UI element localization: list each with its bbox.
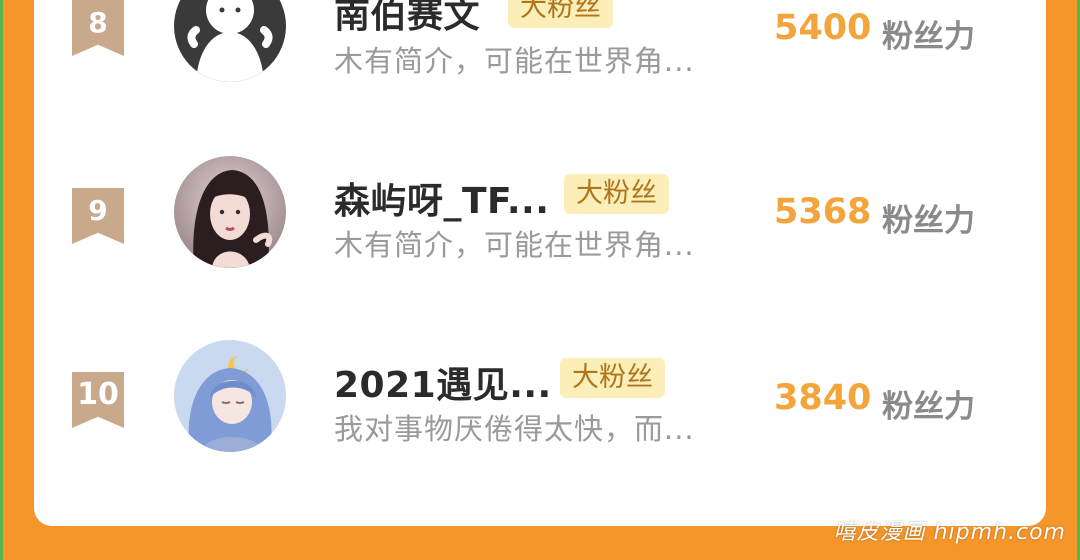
- user-bio: 木有简介，可能在世界角...: [334, 228, 695, 262]
- list-item[interactable]: 8 南伯赛文 大粉丝 木有简介，可能在世界角... 5400 粉丝力: [34, 0, 1046, 90]
- girl-portrait-icon: [174, 156, 286, 268]
- user-bio: 木有简介，可能在世界角...: [334, 44, 695, 78]
- user-bio: 我对事物厌倦得太快，而...: [334, 412, 695, 446]
- fan-score-unit: 粉丝力: [882, 19, 975, 55]
- list-item[interactable]: 10 2021遇见... 大粉丝 我对事物厌倦得太快，而... 3840 粉丝力: [34, 340, 1046, 460]
- fan-level-badge: 大粉丝: [564, 174, 669, 214]
- fan-level-badge: 大粉丝: [560, 358, 665, 398]
- ranking-card: 8 南伯赛文 大粉丝 木有简介，可能在世界角... 5400 粉丝力 9 森屿呀…: [34, 0, 1046, 526]
- avatar[interactable]: [174, 340, 286, 452]
- left-edge: [0, 0, 3, 560]
- rank-ribbon: 10: [72, 372, 124, 428]
- fan-score-unit: 粉丝力: [882, 203, 975, 239]
- anime-portrait-icon: [174, 340, 286, 452]
- user-name[interactable]: 南伯赛文: [334, 0, 480, 38]
- user-name[interactable]: 2021遇见...: [334, 356, 552, 408]
- rank-ribbon: 9: [72, 188, 124, 244]
- fan-score: 3840: [774, 378, 872, 418]
- list-item[interactable]: 9 森屿呀_TF... 大粉丝 木有简介，可能在世界角... 5368 粉丝力: [34, 154, 1046, 274]
- rank-ribbon: 8: [72, 0, 124, 56]
- user-name[interactable]: 森屿呀_TF...: [334, 172, 549, 224]
- default-avatar-icon: [174, 0, 286, 82]
- avatar[interactable]: [174, 156, 286, 268]
- site-watermark: 嘻皮漫画 hipmh.com: [833, 520, 1066, 545]
- fan-level-badge: 大粉丝: [508, 0, 613, 28]
- fan-score-unit: 粉丝力: [882, 389, 975, 425]
- fan-score: 5400: [774, 8, 872, 48]
- avatar[interactable]: [174, 0, 286, 82]
- fan-score: 5368: [774, 192, 872, 232]
